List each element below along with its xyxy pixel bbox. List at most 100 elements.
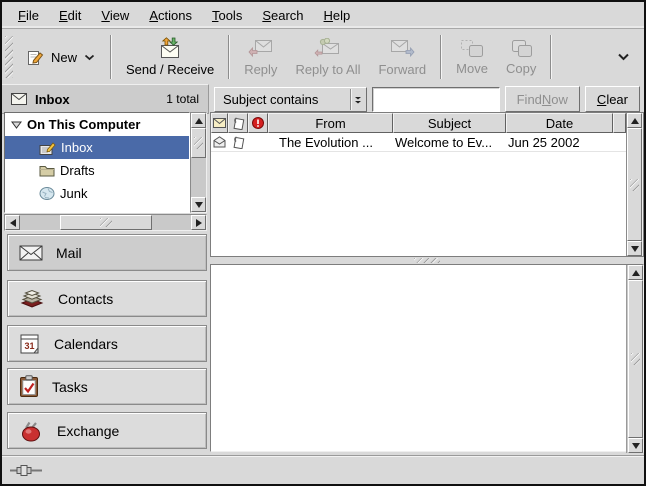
shortcut-contacts[interactable]: Contacts <box>7 280 207 317</box>
preview-scrollbar[interactable] <box>626 265 643 453</box>
reply-button[interactable]: Reply <box>235 35 286 80</box>
menu-help[interactable]: Help <box>314 4 361 27</box>
tree-root-on-this-computer[interactable]: On This Computer <box>5 113 189 136</box>
new-button[interactable]: New <box>17 43 105 72</box>
clear-button[interactable]: Clear <box>585 86 640 112</box>
row-from: The Evolution ... <box>268 135 393 150</box>
message-status-icon <box>213 118 226 128</box>
tree-hscrollbar-thumb[interactable] <box>60 215 152 230</box>
send-receive-label: Send / Receive <box>126 62 214 77</box>
copy-icon <box>509 39 533 58</box>
search-bar: Subject contains Find Now Clear <box>210 84 644 114</box>
shortcut-label: Tasks <box>52 379 88 395</box>
new-button-label: New <box>51 50 77 65</box>
shortcut-label: Mail <box>56 245 82 261</box>
menu-actions[interactable]: Actions <box>139 4 202 27</box>
menu-edit[interactable]: Edit <box>49 4 91 27</box>
chevron-down-icon <box>617 53 630 61</box>
tree-horizontal-scrollbar[interactable] <box>4 214 207 231</box>
attachment-icon <box>232 117 245 130</box>
folder-message-count: 1 total <box>166 92 199 106</box>
toolbar-separator <box>110 35 112 79</box>
send-receive-button[interactable]: Send / Receive <box>117 34 223 80</box>
toolbar-separator <box>228 35 230 79</box>
column-from-label: From <box>315 116 345 131</box>
shortcut-label: Contacts <box>58 291 113 307</box>
column-from[interactable]: From <box>268 113 393 133</box>
tree-scrollbar-thumb[interactable] <box>191 128 206 158</box>
inbox-folder-icon <box>39 141 56 155</box>
exchange-icon <box>19 420 44 442</box>
column-subject-label: Subject <box>428 116 471 131</box>
scroll-down-arrow[interactable] <box>191 197 206 212</box>
copy-button[interactable]: Copy <box>497 36 545 79</box>
reply-to-all-button[interactable]: Reply to All <box>286 35 369 80</box>
expander-down-icon <box>11 121 22 129</box>
current-folder-header: Inbox 1 total <box>2 84 209 114</box>
tree-item-label: Drafts <box>60 163 95 178</box>
search-input[interactable] <box>372 87 500 112</box>
contacts-icon <box>19 288 45 310</box>
scroll-up-arrow[interactable] <box>191 113 206 128</box>
tree-vertical-scrollbar[interactable] <box>190 112 207 213</box>
scroll-left-arrow[interactable] <box>5 215 20 230</box>
preview-pane <box>210 264 644 452</box>
toolbar-overflow-button[interactable] <box>607 47 640 67</box>
mail-icon <box>19 245 43 261</box>
message-rows: The Evolution ... Welcome to Ev... Jun 2… <box>211 133 626 256</box>
toolbar-separator <box>440 35 442 79</box>
menu-view[interactable]: View <box>91 4 139 27</box>
menu-tools[interactable]: Tools <box>202 4 252 27</box>
attachment-icon <box>232 136 245 149</box>
scroll-up-arrow[interactable] <box>628 265 643 280</box>
column-date[interactable]: Date <box>506 113 613 133</box>
toolbar-separator <box>550 35 552 79</box>
dropdown-arrow-icon <box>350 89 366 110</box>
shortcut-label: Calendars <box>54 336 118 352</box>
message-list-scrollbar[interactable] <box>626 113 643 256</box>
reply-all-icon <box>314 38 342 59</box>
toolbar-grip[interactable] <box>5 36 13 78</box>
menu-search[interactable]: Search <box>252 4 313 27</box>
tree-item-junk[interactable]: Junk <box>5 182 189 205</box>
message-row[interactable]: The Evolution ... Welcome to Ev... Jun 2… <box>211 133 626 152</box>
tree-item-drafts[interactable]: Drafts <box>5 159 189 182</box>
tree-root-label: On This Computer <box>27 117 140 132</box>
online-connector-icon[interactable] <box>10 464 44 477</box>
column-subject[interactable]: Subject <box>393 113 506 133</box>
search-criteria-dropdown[interactable]: Subject contains <box>214 87 367 112</box>
scroll-down-arrow[interactable] <box>627 241 642 256</box>
pane-splitter[interactable] <box>210 257 644 264</box>
junk-folder-icon <box>39 187 55 200</box>
shortcut-mail[interactable]: Mail <box>7 234 207 271</box>
scroll-down-arrow[interactable] <box>628 438 643 453</box>
tree-item-inbox[interactable]: Inbox <box>5 136 189 159</box>
reply-to-all-button-label: Reply to All <box>295 62 360 77</box>
forward-button[interactable]: Forward <box>369 35 435 80</box>
preview-scrollbar-thumb[interactable] <box>628 280 643 438</box>
tree-item-label: Inbox <box>61 140 93 155</box>
header-row: Inbox 1 total Subject contains Find Now … <box>2 84 644 114</box>
column-message-status[interactable] <box>211 113 228 133</box>
message-list-headers: From Subject Date <box>211 113 626 133</box>
column-attachment[interactable] <box>228 113 248 133</box>
move-button[interactable]: Move <box>447 36 497 79</box>
shortcut-tasks[interactable]: Tasks <box>7 368 207 405</box>
find-now-button[interactable]: Find Now <box>505 86 580 112</box>
find-now-label-mnemonic: N <box>542 92 551 107</box>
copy-button-label: Copy <box>506 61 536 76</box>
column-important[interactable] <box>248 113 268 133</box>
calendar-icon: 31 <box>19 333 41 355</box>
scroll-right-arrow[interactable] <box>191 215 206 230</box>
reply-icon <box>248 38 274 59</box>
new-icon <box>27 49 44 66</box>
menu-file[interactable]: File <box>8 4 49 27</box>
scroll-up-arrow[interactable] <box>627 113 642 128</box>
toolbar: New Send / Receive Reply Reply to All <box>2 30 644 84</box>
open-envelope-icon <box>213 136 226 148</box>
find-now-label-pre: Find <box>517 92 542 107</box>
reply-button-label: Reply <box>244 62 277 77</box>
message-list-scrollbar-thumb[interactable] <box>627 128 642 241</box>
shortcut-calendars[interactable]: 31 Calendars <box>7 325 207 362</box>
shortcut-exchange[interactable]: Exchange <box>7 412 207 449</box>
